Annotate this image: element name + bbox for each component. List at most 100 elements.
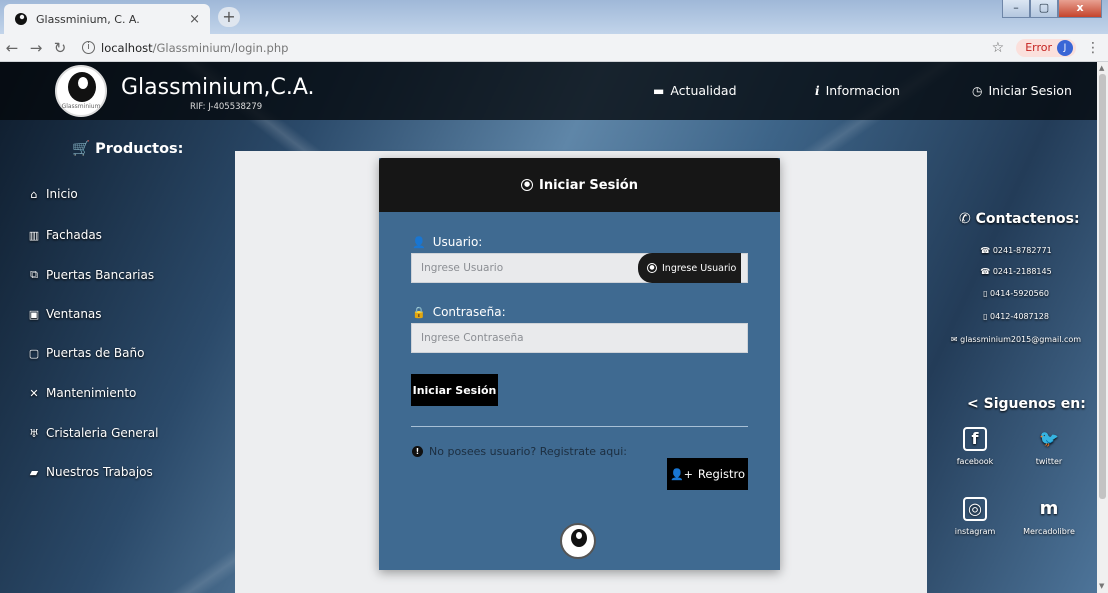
tab-close-icon[interactable]: ×: [189, 12, 200, 27]
brand-name[interactable]: Glassminium,C.A.: [121, 75, 315, 100]
nav-informacion-label: Informacion: [825, 83, 900, 98]
clock-icon: ●: [521, 179, 533, 191]
tools-icon: ✕: [29, 386, 39, 400]
back-arrow-icon[interactable]: ←: [0, 39, 24, 57]
browser-menu-icon[interactable]: ⋮: [1086, 40, 1100, 56]
products-title: 🛒 Productos:: [72, 141, 184, 157]
scroll-up-icon[interactable]: ▲: [1099, 64, 1104, 72]
page-viewport: Glassminium Glassminium,C.A. RIF: J-4055…: [0, 62, 1097, 593]
address-bar[interactable]: i localhost/Glassminium/login.php: [82, 41, 288, 55]
register-button[interactable]: 👤+ Registro: [667, 458, 748, 490]
window-icon: ▣: [28, 307, 40, 321]
username-tooltip: ● Ingrese Usuario: [638, 253, 741, 283]
username-label: 👤 Usuario:: [412, 235, 483, 249]
login-card: ● Iniciar Sesión 👤 Usuario: ● Ingrese Us…: [379, 158, 780, 570]
sidebar-item-mantenimiento[interactable]: ✕ Mantenimiento: [26, 386, 136, 400]
site-favicon-icon: [15, 13, 27, 25]
clock-icon: ●: [647, 263, 657, 273]
reload-icon[interactable]: ↻: [48, 39, 72, 57]
home-icon: ⌂: [30, 187, 38, 201]
contact-title: ✆ Contactenos:: [959, 211, 1080, 227]
contact-mobile-2: ▯ 0412-4087128: [983, 312, 1049, 321]
nav-actualidad-label: Actualidad: [670, 83, 737, 98]
lock-icon: 🔒: [412, 305, 426, 319]
social-instagram[interactable]: ◎ instagram: [945, 497, 1005, 536]
copy-icon: ⧉: [30, 268, 38, 281]
login-title: Iniciar Sesión: [539, 177, 638, 193]
logo-text: Glassminium: [61, 103, 101, 110]
new-tab-button[interactable]: +: [218, 7, 240, 27]
product-sidebar: 🛒 Productos: ⌂ Inicio ▥ Fachadas ⧉ Puertas …: [0, 120, 230, 593]
profile-error-badge[interactable]: Error J: [1016, 38, 1076, 57]
phone-icon: ☎: [980, 267, 991, 276]
contact-phone-1: ☎ 0241-8782771: [980, 246, 1052, 255]
user-icon: 👤: [412, 235, 426, 249]
url-path: /Glassminium/login.php: [152, 40, 289, 55]
briefcase-icon: ▰: [29, 465, 39, 479]
mobile-icon: ▯: [983, 312, 988, 321]
phone-icon: ☎: [980, 246, 991, 255]
social-mercadolibre[interactable]: m Mercadolibre: [1019, 497, 1079, 536]
share-icon: <: [967, 396, 979, 412]
bookmark-star-icon[interactable]: ☆: [992, 40, 1005, 56]
browser-tab[interactable]: Glassminium, C. A. ×: [4, 4, 210, 34]
mobile-icon: ▯: [983, 289, 988, 298]
social-twitter[interactable]: 🐦 twitter: [1019, 427, 1079, 466]
building-icon: ▥: [28, 228, 40, 242]
clock-icon: ◷: [972, 83, 983, 98]
site-logo[interactable]: Glassminium: [55, 65, 107, 117]
nav-iniciar-sesion[interactable]: ◷ Iniciar Sesion: [972, 83, 1072, 98]
envelope-icon: ✉: [950, 335, 958, 344]
scrollbar-thumb[interactable]: [1099, 74, 1106, 499]
site-navbar: Glassminium Glassminium,C.A. RIF: J-4055…: [0, 62, 1097, 120]
instagram-icon: ◎: [963, 497, 987, 521]
facebook-icon: f: [963, 427, 987, 451]
sidebar-item-puertas-bano[interactable]: ▢ Puertas de Baño: [26, 346, 145, 360]
calendar-icon: ▬: [653, 83, 665, 98]
contact-phone-2: ☎ 0241-2188145: [980, 267, 1052, 276]
nav-informacion[interactable]: i Informacion: [815, 83, 900, 98]
nav-iniciar-sesion-label: Iniciar Sesion: [988, 83, 1072, 98]
square-icon: ▢: [28, 346, 40, 360]
social-title: < Siguenos en:: [967, 396, 1086, 412]
password-label: 🔒 Contraseña:: [412, 305, 506, 319]
avatar: J: [1057, 39, 1073, 56]
window-close-icon[interactable]: x: [1058, 0, 1102, 18]
minimize-icon[interactable]: –: [1002, 0, 1030, 18]
login-button[interactable]: Iniciar Sesión: [411, 374, 498, 406]
maximize-icon[interactable]: ▢: [1030, 0, 1058, 18]
info-icon: i: [815, 83, 820, 98]
sidebar-item-inicio[interactable]: ⌂ Inicio: [26, 187, 78, 201]
cart-icon: 🛒: [72, 141, 91, 157]
sidebar-item-cristaleria[interactable]: ♅ Cristaleria General: [26, 426, 158, 440]
sidebar-item-fachadas[interactable]: ▥ Fachadas: [26, 228, 102, 242]
sidebar-item-ventanas[interactable]: ▣ Ventanas: [26, 307, 102, 321]
sidebar-item-nuestros-trabajos[interactable]: ▰ Nuestros Trabajos: [26, 465, 153, 479]
scroll-down-icon[interactable]: ▼: [1099, 582, 1104, 590]
login-card-header: ● Iniciar Sesión: [379, 158, 780, 212]
glass-icon: ♅: [29, 426, 39, 440]
mercadolibre-icon: m: [1039, 498, 1059, 519]
tab-title: Glassminium, C. A.: [36, 12, 140, 26]
contact-sidebar: ✆ Contactenos: ☎ 0241-8782771 ☎ 0241-218…: [935, 120, 1097, 593]
site-info-icon[interactable]: i: [82, 41, 95, 54]
window-controls: – ▢ x: [1002, 0, 1102, 18]
page-scrollbar[interactable]: ▲ ▼: [1097, 62, 1108, 593]
sidebar-item-puertas-bancarias[interactable]: ⧉ Puertas Bancarias: [26, 268, 154, 282]
card-logo: [560, 523, 596, 559]
exclamation-icon: !: [412, 446, 423, 457]
contact-email: ✉ glassminium2015@gmail.com: [950, 335, 1082, 344]
main-content: ● Iniciar Sesión 👤 Usuario: ● Ingrese Us…: [235, 151, 927, 593]
browser-toolbar: ← → ↻ i localhost/Glassminium/login.php …: [0, 34, 1108, 62]
phone-icon: ✆: [959, 211, 971, 227]
twitter-icon: 🐦: [1039, 429, 1059, 448]
forward-arrow-icon[interactable]: →: [24, 39, 48, 57]
user-plus-icon: 👤+: [670, 467, 693, 481]
contact-mobile-1: ▯ 0414-5920560: [983, 289, 1049, 298]
divider: [411, 426, 748, 427]
password-input[interactable]: [411, 323, 748, 353]
nav-actualidad[interactable]: ▬ Actualidad: [653, 83, 737, 98]
register-note: ! No posees usuario? Registrate aqui:: [412, 445, 627, 458]
social-facebook[interactable]: f facebook: [945, 427, 1005, 466]
rif-number: RIF: J-405538279: [190, 102, 263, 112]
